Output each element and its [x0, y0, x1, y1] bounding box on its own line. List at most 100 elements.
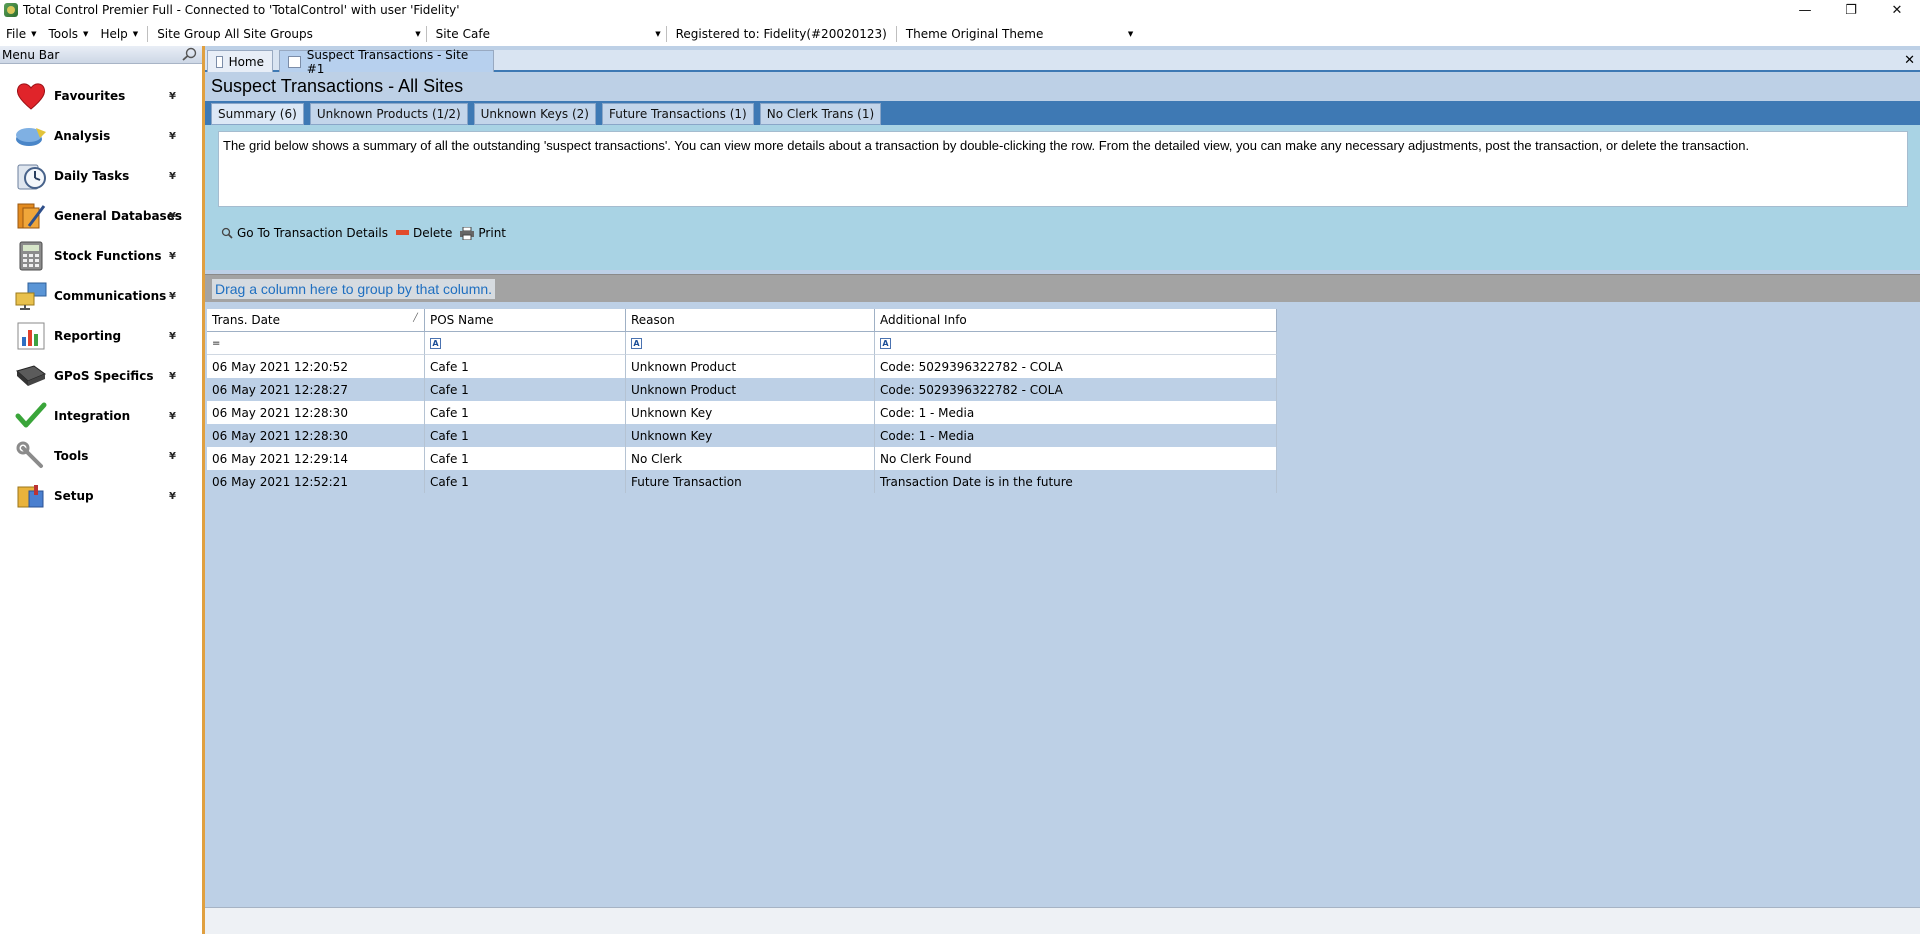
heart-icon	[14, 80, 48, 112]
column-header-reason[interactable]: Reason	[626, 309, 875, 332]
column-header-pos-name[interactable]: POS Name	[425, 309, 626, 332]
chevron-down-icon: ¥	[169, 90, 176, 102]
sidebar-item-gpos-specifics[interactable]: GPoS Specifics ¥	[0, 356, 202, 396]
tab-home[interactable]: Home	[207, 50, 273, 72]
site-value: Cafe	[462, 27, 490, 41]
analysis-icon	[14, 120, 48, 152]
filter-trans-date[interactable]: =	[207, 332, 425, 355]
file-menu[interactable]: File ▼	[0, 22, 42, 46]
cell-additional-info: Code: 1 - Media	[875, 424, 1277, 447]
file-menu-label: File	[6, 27, 27, 41]
info-description: The grid below shows a summary of all th…	[218, 131, 1908, 207]
print-button[interactable]: Print	[460, 226, 506, 240]
tab-unknown-keys[interactable]: Unknown Keys (2)	[473, 103, 596, 125]
minimize-button[interactable]: —	[1782, 0, 1828, 20]
site-select[interactable]: Cafe ▼	[463, 24, 663, 44]
magnifier-icon	[221, 227, 233, 239]
filter-pos-name[interactable]: A	[425, 332, 626, 355]
site-group-select[interactable]: All Site Groups ▼	[225, 24, 423, 44]
sidebar-item-favourites[interactable]: Favourites ¥	[0, 76, 202, 116]
site-group-value: All Site Groups	[224, 27, 313, 41]
help-menu[interactable]: Help ▼	[94, 22, 144, 46]
cell-additional-info: Transaction Date is in the future	[875, 470, 1277, 493]
theme-arrow-icon: ▼	[1127, 30, 1134, 38]
table-row[interactable]: 06 May 2021 12:20:52 Cafe 1 Unknown Prod…	[207, 355, 1277, 378]
sidebar-item-daily-tasks[interactable]: Daily Tasks ¥	[0, 156, 202, 196]
action-toolbar: Go To Transaction Details Delete Print	[221, 226, 514, 240]
menu-bar-panel: Menu Bar Favourites ¥ Analysis ¥ Daily T…	[0, 46, 205, 934]
grid-header-row: Trans. Date ╱ POS Name Reason Additional …	[207, 309, 1277, 332]
cell-pos-name: Cafe 1	[425, 378, 626, 401]
table-row[interactable]: 06 May 2021 12:29:14 Cafe 1 No Clerk No …	[207, 447, 1277, 470]
delete-button[interactable]: Delete	[395, 226, 453, 240]
menu-bar-header: Menu Bar	[0, 46, 202, 64]
tab-no-clerk-trans[interactable]: No Clerk Trans (1)	[759, 103, 882, 125]
group-by-hint: Drag a column here to group by that colu…	[212, 279, 496, 299]
sidebar-item-label: Stock Functions	[54, 249, 162, 263]
site-label: Site	[435, 27, 459, 41]
tools-menu[interactable]: Tools ▼	[42, 22, 94, 46]
group-by-bar[interactable]: Drag a column here to group by that colu…	[205, 274, 1920, 302]
column-header-label: Trans. Date	[212, 313, 281, 327]
sidebar-item-stock-functions[interactable]: Stock Functions ¥	[0, 236, 202, 276]
table-row[interactable]: 06 May 2021 12:52:21 Cafe 1 Future Trans…	[207, 470, 1277, 493]
tab-summary[interactable]: Summary (6)	[211, 103, 304, 125]
sidebar-item-label: Analysis	[54, 129, 111, 143]
sort-ascending-icon: ╱	[413, 313, 418, 322]
column-header-trans-date[interactable]: Trans. Date ╱	[207, 309, 425, 332]
sidebar-item-tools[interactable]: Tools ¥	[0, 436, 202, 476]
sidebar-item-label: Setup	[54, 489, 94, 503]
sidebar-item-setup[interactable]: Setup ¥	[0, 476, 202, 516]
filter-equals-icon: =	[212, 337, 221, 349]
document-tabs: Home Suspect Transactions - Site #1 ✕	[205, 48, 1920, 76]
chevron-down-icon: ¥	[169, 210, 176, 222]
sidebar-item-general-databases[interactable]: General Databases ¥	[0, 196, 202, 236]
restore-button[interactable]: ❐	[1828, 0, 1874, 20]
close-tab-icon[interactable]: ✕	[1904, 53, 1915, 68]
filter-additional-info[interactable]: A	[875, 332, 1277, 355]
sidebar-item-analysis[interactable]: Analysis ¥	[0, 116, 202, 156]
menu-separator	[147, 26, 149, 42]
go-to-details-button[interactable]: Go To Transaction Details	[221, 226, 388, 240]
table-row[interactable]: 06 May 2021 12:28:30 Cafe 1 Unknown Key …	[207, 424, 1277, 447]
cell-reason: Future Transaction	[626, 470, 875, 493]
chevron-down-icon: ¥	[169, 290, 176, 302]
table-row[interactable]: 06 May 2021 12:28:27 Cafe 1 Unknown Prod…	[207, 378, 1277, 401]
filter-reason[interactable]: A	[626, 332, 875, 355]
cell-reason: Unknown Key	[626, 424, 875, 447]
window-title: Total Control Premier Full - Connected t…	[23, 3, 460, 17]
close-window-button[interactable]: ✕	[1874, 0, 1920, 20]
site-group-label: Site Group	[157, 27, 221, 41]
menu-separator	[425, 26, 427, 42]
print-label: Print	[478, 226, 507, 240]
go-to-details-label: Go To Transaction Details	[237, 226, 388, 240]
site-group-arrow-icon: ▼	[415, 30, 421, 38]
column-header-additional-info[interactable]: Additional Info	[875, 309, 1277, 332]
sidebar-item-integration[interactable]: Integration ¥	[0, 396, 202, 436]
sidebar-item-reporting[interactable]: Reporting ¥	[0, 316, 202, 356]
tab-suspect-transactions[interactable]: Suspect Transactions - Site #1	[279, 48, 494, 76]
tab-suspect-label: Suspect Transactions - Site #1	[306, 47, 469, 76]
table-row[interactable]: 06 May 2021 12:28:30 Cafe 1 Unknown Key …	[207, 401, 1277, 424]
sidebar-item-communications[interactable]: Communications ¥	[0, 276, 202, 316]
sidebar-item-label: General Databases	[54, 209, 182, 223]
databases-icon	[14, 200, 48, 232]
app-logo-icon	[4, 3, 18, 17]
search-pin-icon[interactable]	[182, 47, 198, 61]
chip-icon	[14, 360, 48, 392]
sidebar-item-label: Daily Tasks	[54, 169, 130, 183]
theme-select[interactable]: Original Theme ▼	[951, 24, 1135, 44]
cell-trans-date: 06 May 2021 12:28:30	[207, 401, 425, 424]
cell-reason: Unknown Product	[626, 378, 875, 401]
filter-text-icon: A	[631, 337, 642, 349]
help-caret-icon: ▼	[132, 30, 139, 38]
tab-unknown-products[interactable]: Unknown Products (1/2)	[309, 103, 468, 125]
delete-label: Delete	[412, 226, 453, 240]
cell-pos-name: Cafe 1	[425, 355, 626, 378]
tab-future-transactions[interactable]: Future Transactions (1)	[601, 103, 754, 125]
menu-separator	[665, 26, 667, 42]
delete-icon	[395, 230, 409, 235]
cell-reason: Unknown Key	[626, 401, 875, 424]
grid-filter-row: = A A A	[207, 332, 1277, 355]
